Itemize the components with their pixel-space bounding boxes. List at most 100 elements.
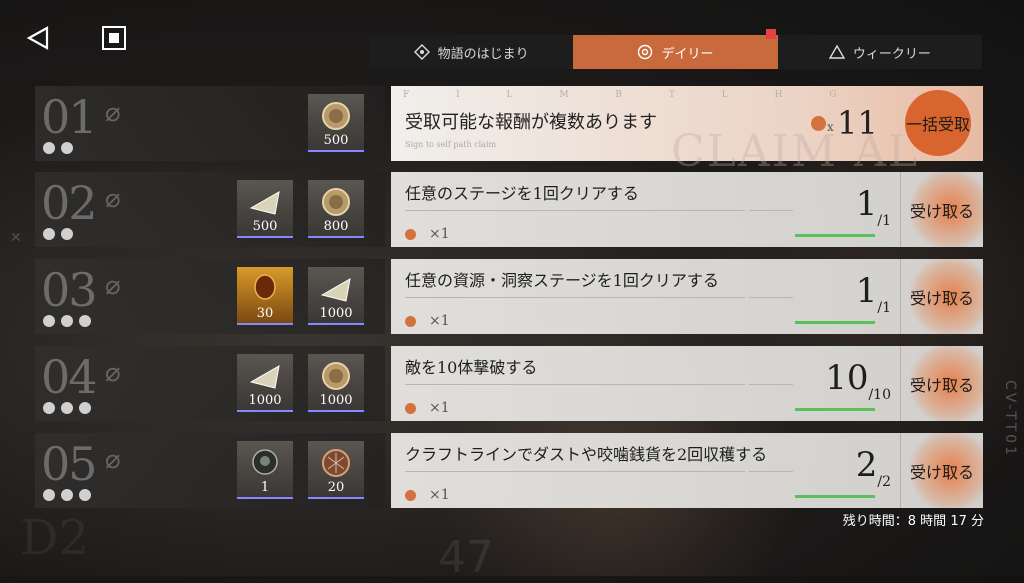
divider <box>749 210 793 211</box>
claim-button[interactable]: 受け取る <box>900 172 983 247</box>
crystal-icon <box>320 273 352 305</box>
dot <box>61 228 73 240</box>
progress-total: 2 <box>882 474 891 490</box>
home-square-icon <box>102 26 126 50</box>
reward-item[interactable]: 1 <box>237 441 293 499</box>
progress-current: 1 <box>855 184 878 224</box>
dot <box>79 402 91 414</box>
notification-badge <box>765 29 776 39</box>
mission-row: 05 ⌀ 1 20 クラフトラインでダストや咬噛銭貨を2回収穫する ×1 2/2… <box>35 433 983 508</box>
dot <box>61 142 73 154</box>
row-left-panel: 02 ⌀ 500 800 <box>35 172 385 247</box>
dot <box>61 489 73 501</box>
decor-text: F I L M B T L H G <box>403 90 859 100</box>
coin-icon <box>320 100 352 132</box>
coin-icon <box>320 360 352 392</box>
row-left-panel: 05 ⌀ 1 20 <box>35 433 385 508</box>
progress-current: 10 <box>825 358 869 398</box>
remaining-time: 残り時間：8 時間 17 分 <box>842 514 984 529</box>
reward-item[interactable]: 1000 <box>237 354 293 412</box>
dot <box>79 489 91 501</box>
dot <box>43 315 55 327</box>
claim-watermark: CLAIM AL <box>671 126 920 177</box>
progress-total: 1 <box>882 213 891 229</box>
mission-number: 03 <box>41 263 98 317</box>
reward-qty: 20 <box>327 480 345 495</box>
difficulty-dots <box>43 228 73 240</box>
mission-row: 03 ⌀ 30 1000 任意の資源・洞察ステージを1回クリアする ×1 1/1… <box>35 259 983 334</box>
mission-row: 04 ⌀ 1000 1000 敵を10体撃破する ×1 10/10 受け取る <box>35 346 983 421</box>
tab-story[interactable]: 物語のはじまり <box>369 35 574 69</box>
reward-dot-icon <box>811 116 826 131</box>
triangle-icon <box>828 44 845 59</box>
mission-reward-qty: ×1 <box>429 313 450 329</box>
divider <box>749 471 793 472</box>
claim-label: 受け取る <box>909 201 974 221</box>
mission-card: 敵を10体撃破する ×1 10/10 受け取る <box>391 346 983 421</box>
claim-label: 受け取る <box>909 462 974 482</box>
back-button[interactable] <box>22 22 54 54</box>
skull-orb-icon <box>249 447 281 479</box>
divider <box>749 297 793 298</box>
reward-item[interactable]: 800 <box>308 180 364 238</box>
count-x: x <box>827 120 834 134</box>
reward-item[interactable]: 20 <box>308 441 364 499</box>
claim-button[interactable]: 受け取る <box>900 346 983 421</box>
divider <box>405 210 745 211</box>
decor-note: Sign to self path claim <box>405 140 497 149</box>
side-label: CV-TT01 <box>1002 380 1018 458</box>
tab-bar: 物語のはじまり デイリー ウィークリー <box>369 29 982 69</box>
progress-bar <box>795 321 875 324</box>
difficulty-dots <box>43 142 73 154</box>
claim-button[interactable]: 受け取る <box>900 259 983 334</box>
reward-item[interactable]: 500 <box>308 94 364 152</box>
progress-value: 2/2 <box>855 445 891 490</box>
row-left-panel: 03 ⌀ 30 1000 <box>35 259 385 334</box>
mission-reward-qty: ×1 <box>429 400 450 416</box>
divider <box>405 384 745 385</box>
mission-title: 任意のステージを1回クリアする <box>405 184 639 203</box>
reward-item[interactable]: 30 <box>237 267 293 325</box>
progress-value: 1/1 <box>855 271 891 316</box>
reward-item[interactable]: 1000 <box>308 267 364 325</box>
coin-icon <box>320 186 352 218</box>
claim-button[interactable]: 受け取る <box>900 433 983 508</box>
slash-decor-icon: ⌀ <box>105 98 121 128</box>
slash-decor-icon: ⌀ <box>105 445 121 475</box>
progress-value: 10/10 <box>825 358 891 403</box>
circle-icon <box>638 44 653 60</box>
crystal-icon <box>249 360 281 392</box>
mission-card: 任意のステージを1回クリアする ×1 1/1 受け取る <box>391 172 983 247</box>
mission-reward-qty: ×1 <box>429 487 450 503</box>
reward-item[interactable]: 1000 <box>308 354 364 412</box>
reward-item[interactable]: 500 <box>237 180 293 238</box>
tab-weekly[interactable]: ウィークリー <box>777 35 982 69</box>
reward-qty: 1000 <box>319 306 353 321</box>
progress-total: 10 <box>873 387 891 403</box>
tab-label: ウィークリー <box>852 46 931 62</box>
tab-daily[interactable]: デイリー <box>573 29 778 69</box>
dot <box>61 402 73 414</box>
cross-decor-icon: ✕ <box>10 230 22 246</box>
row-left-panel: 04 ⌀ 1000 1000 <box>35 346 385 421</box>
mission-card: 任意の資源・洞察ステージを1回クリアする ×1 1/1 受け取る <box>391 259 983 334</box>
slash-decor-icon: ⌀ <box>105 358 121 388</box>
progress-total: 1 <box>882 300 891 316</box>
divider <box>749 384 793 385</box>
reward-dot-icon <box>405 490 416 501</box>
divider <box>405 297 745 298</box>
dot <box>43 142 55 154</box>
mission-card: クラフトラインでダストや咬噛銭貨を2回収穫する ×1 2/2 受け取る <box>391 433 983 508</box>
mission-number: 05 <box>41 437 98 491</box>
slash-decor-icon: ⌀ <box>105 184 121 214</box>
home-button[interactable] <box>98 22 130 54</box>
reward-qty: 30 <box>256 306 274 321</box>
reward-dot-icon <box>405 229 416 240</box>
reward-qty: 1 <box>260 480 270 495</box>
progress-bar <box>795 234 875 237</box>
dot <box>43 228 55 240</box>
progress-current: 1 <box>855 271 878 311</box>
multiple-rewards-text: 受取可能な報酬が複数あります <box>405 112 657 133</box>
claim-all-button[interactable]: 一括受取 <box>899 88 977 158</box>
progress-bar <box>795 408 875 411</box>
